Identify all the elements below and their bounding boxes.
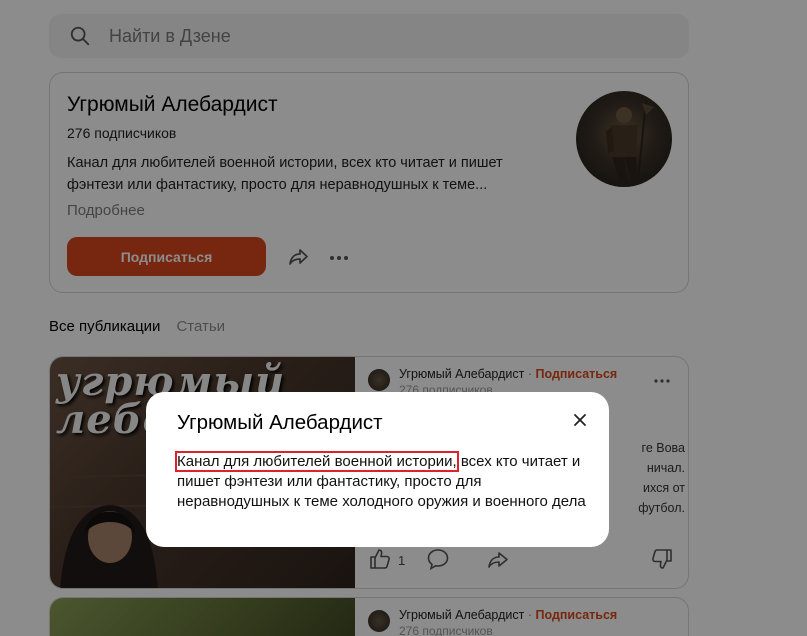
close-icon[interactable] <box>573 413 587 427</box>
modal-title: Угрюмый Алебардист <box>177 411 383 434</box>
channel-description-modal: Угрюмый Алебардист Канал для любителей в… <box>146 392 609 547</box>
page: Найти в Дзене Угрюмый Алебардист 276 под… <box>0 0 807 636</box>
modal-description: Канал для любителей военной истории, все… <box>175 451 589 512</box>
highlighted-phrase: Канал для любителей военной истории, <box>175 451 459 472</box>
